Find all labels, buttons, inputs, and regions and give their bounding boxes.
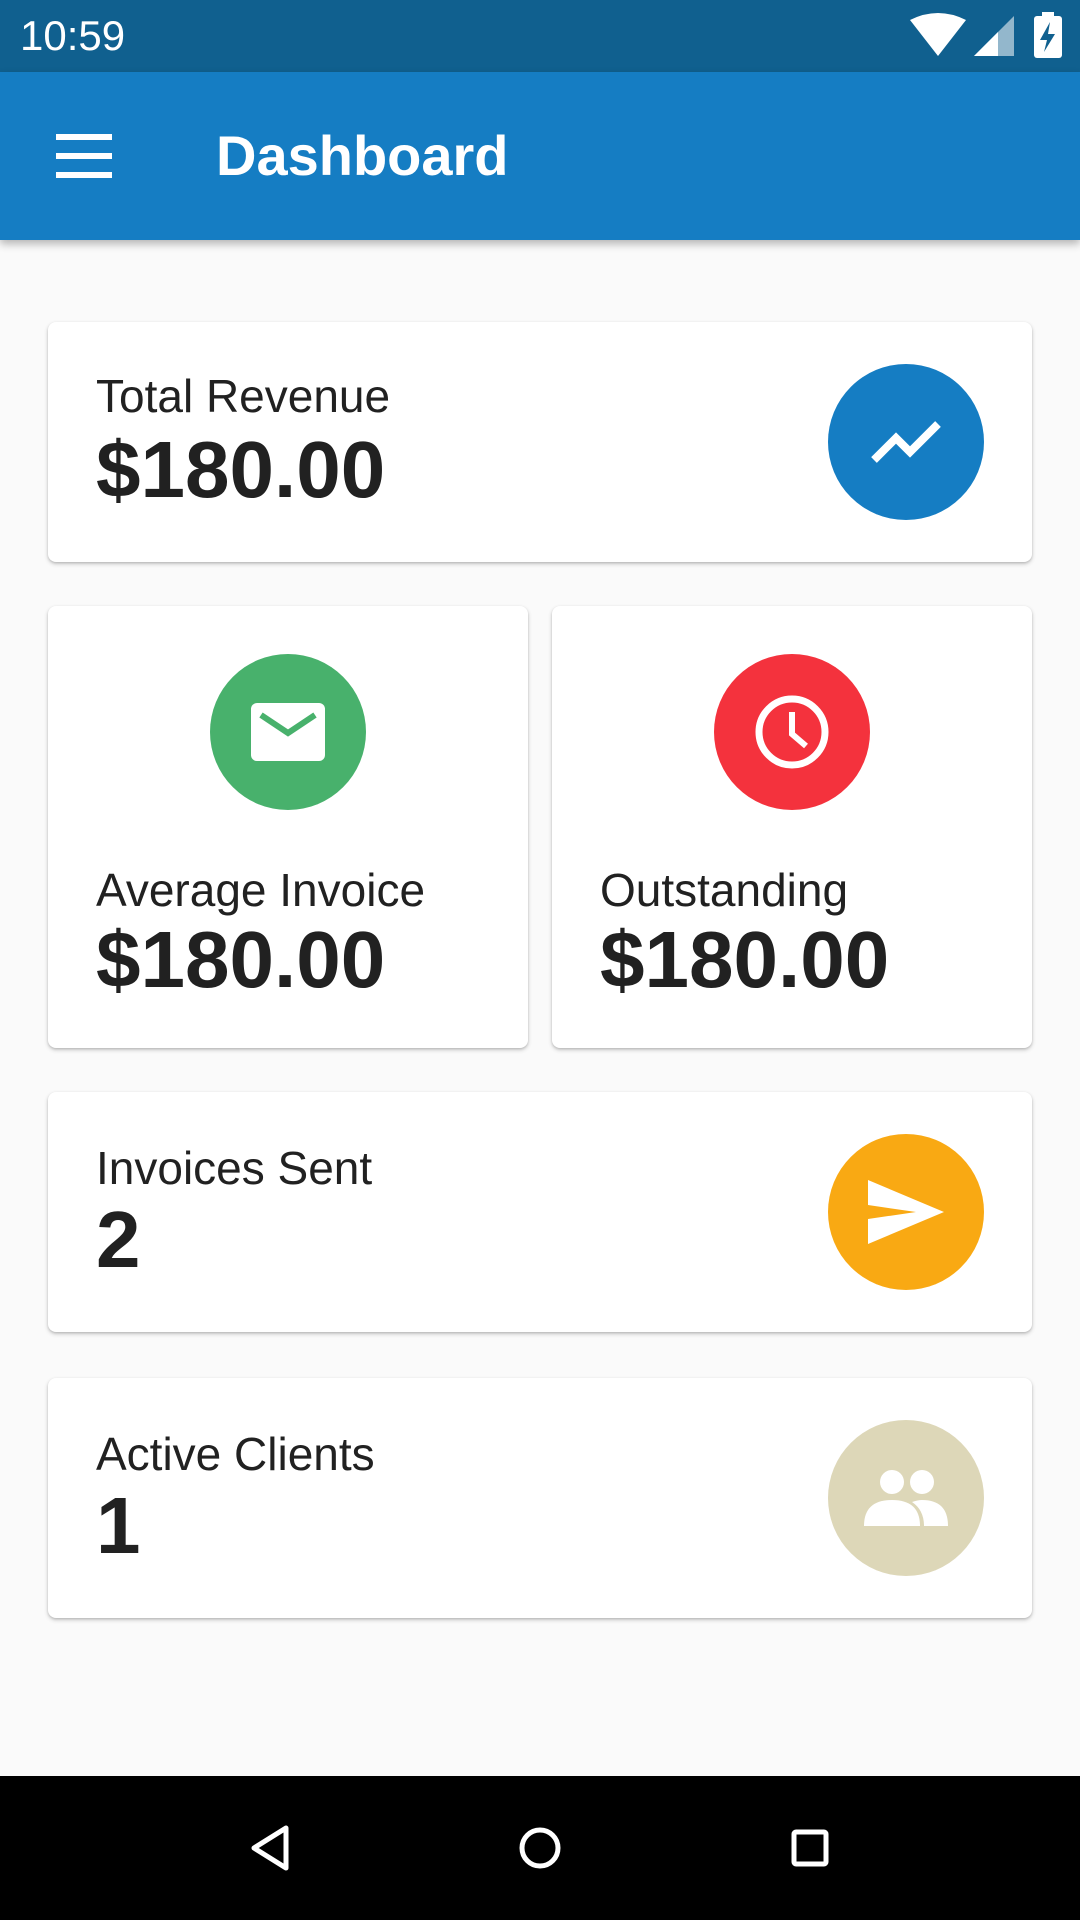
dashboard-screen: 10:59 Dashboard Total Revenue $180.00 Av… bbox=[0, 0, 1080, 1920]
clock-icon bbox=[714, 654, 870, 810]
active-clients-value: 1 bbox=[96, 1481, 141, 1570]
total-revenue-label: Total Revenue bbox=[96, 370, 391, 422]
status-icons bbox=[910, 12, 1062, 60]
outstanding-label: Outstanding bbox=[600, 864, 849, 916]
recents-icon[interactable] bbox=[782, 1820, 838, 1876]
average-invoice-card[interactable]: Average Invoice $180.00 bbox=[48, 606, 528, 1048]
page-title: Dashboard bbox=[216, 124, 509, 187]
trending-up-icon bbox=[828, 364, 984, 520]
total-revenue-value: $180.00 bbox=[96, 425, 386, 514]
hamburger-menu-icon[interactable] bbox=[56, 134, 112, 178]
wifi-icon bbox=[910, 13, 966, 56]
average-invoice-label: Average Invoice bbox=[96, 864, 426, 916]
total-revenue-card[interactable]: Total Revenue $180.00 bbox=[48, 322, 1032, 562]
people-icon bbox=[828, 1420, 984, 1576]
back-icon[interactable] bbox=[242, 1820, 298, 1876]
invoices-sent-card[interactable]: Invoices Sent 2 bbox=[48, 1092, 1032, 1332]
battery-charging-icon bbox=[1034, 12, 1062, 58]
status-bar: 10:59 bbox=[0, 0, 1080, 72]
app-bar: Dashboard bbox=[0, 72, 1080, 240]
status-time: 10:59 bbox=[20, 12, 126, 59]
invoices-sent-label: Invoices Sent bbox=[96, 1142, 373, 1194]
average-invoice-value: $180.00 bbox=[96, 915, 386, 1004]
send-icon bbox=[828, 1134, 984, 1290]
outstanding-value: $180.00 bbox=[600, 915, 890, 1004]
mail-icon bbox=[210, 654, 366, 810]
system-nav-bar bbox=[0, 1776, 1080, 1920]
home-icon[interactable] bbox=[512, 1820, 568, 1876]
outstanding-card[interactable]: Outstanding $180.00 bbox=[552, 606, 1032, 1048]
cell-signal-icon bbox=[974, 16, 1014, 56]
active-clients-label: Active Clients bbox=[96, 1428, 375, 1480]
invoices-sent-value: 2 bbox=[96, 1195, 141, 1284]
active-clients-card[interactable]: Active Clients 1 bbox=[48, 1378, 1032, 1618]
